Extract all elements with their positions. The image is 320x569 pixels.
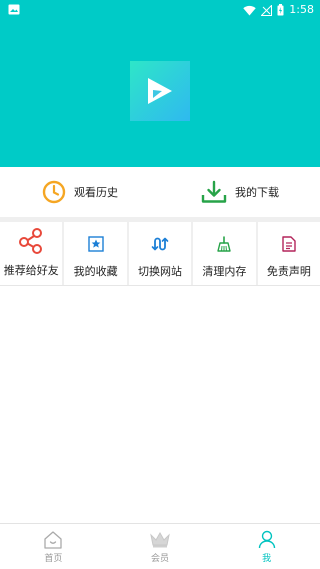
profile-header: 1:58	[0, 0, 320, 167]
switch-site-label: 切换网站	[138, 265, 183, 278]
wifi-icon	[243, 5, 256, 15]
tab-me-label: 我	[262, 554, 272, 564]
watch-history-label: 观看历史	[74, 186, 118, 199]
image-icon	[8, 4, 20, 15]
crown-icon	[150, 531, 170, 548]
person-icon	[258, 530, 275, 548]
my-favorites-label: 我的收藏	[73, 265, 118, 278]
home-icon	[44, 530, 62, 549]
share-to-friends-label: 推荐给好友	[3, 264, 59, 277]
content-area	[0, 285, 320, 523]
tab-vip[interactable]: 会员	[107, 524, 214, 569]
disclaimer-button[interactable]: 免责声明	[257, 222, 320, 285]
download-icon	[201, 180, 227, 203]
status-bar: 1:58	[0, 0, 320, 20]
my-favorites-button[interactable]: 我的收藏	[64, 222, 127, 285]
tab-home-label: 首页	[44, 554, 63, 564]
my-downloads-button[interactable]: 我的下载	[160, 167, 320, 217]
disclaimer-label: 免责声明	[266, 265, 311, 278]
clear-memory-label: 清理内存	[202, 265, 247, 278]
app-logo	[130, 61, 190, 121]
switch-icon	[151, 237, 169, 251]
feature-grid: 推荐给好友 我的收藏 切换网站 清理内存 免责声明	[0, 222, 320, 285]
bottom-tab-bar: 首页 会员 我	[0, 523, 320, 569]
tab-me[interactable]: 我	[213, 524, 320, 569]
play-logo-icon	[148, 78, 172, 104]
share-icon	[19, 228, 43, 254]
watch-history-button[interactable]: 观看历史	[0, 167, 160, 217]
clock-icon	[42, 180, 66, 204]
battery-charging-icon	[277, 4, 284, 16]
broom-icon	[217, 236, 232, 252]
signal-off-icon	[261, 4, 273, 16]
tab-vip-label: 会员	[151, 554, 170, 564]
share-to-friends-button[interactable]: 推荐给好友	[0, 222, 63, 285]
clear-memory-button[interactable]: 清理内存	[193, 222, 256, 285]
favorite-icon	[87, 236, 104, 252]
document-icon	[282, 236, 296, 252]
status-time: 1:58	[289, 3, 314, 16]
my-downloads-label: 我的下载	[235, 186, 279, 199]
quick-actions: 观看历史 我的下载	[0, 167, 320, 217]
switch-site-button[interactable]: 切换网站	[128, 222, 192, 285]
tab-home[interactable]: 首页	[0, 524, 107, 569]
